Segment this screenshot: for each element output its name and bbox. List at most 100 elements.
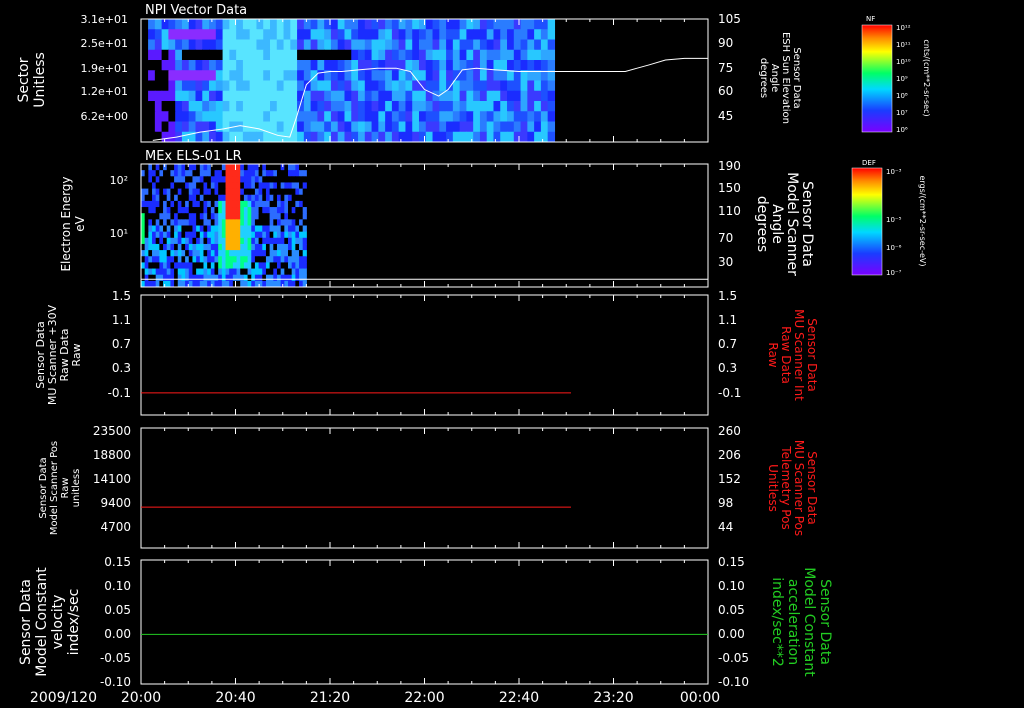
heatmap-cell — [202, 90, 210, 102]
heatmap-cell — [351, 101, 359, 112]
heatmap-cell — [229, 80, 237, 92]
heatmap-cell — [221, 182, 227, 190]
heatmap-cell — [152, 200, 157, 208]
heatmap-cell — [303, 121, 312, 133]
heatmap-cell — [159, 207, 164, 214]
heatmap-cell — [452, 49, 461, 61]
heatmap-cell — [265, 231, 271, 239]
heatmap-cell — [500, 70, 508, 82]
heatmap-cell — [214, 225, 219, 233]
heatmap-cell — [288, 207, 293, 214]
heatmap-cell — [295, 176, 300, 183]
colorbar-label: NF — [866, 15, 875, 23]
heatmap-cell — [297, 39, 305, 51]
heatmap-cell — [269, 176, 274, 183]
heatmap-cell — [236, 19, 244, 30]
heatmap-cell — [236, 121, 244, 133]
heatmap-cell — [195, 121, 203, 133]
heatmap-cell — [256, 121, 264, 133]
heatmap-cell — [218, 256, 223, 263]
heatmap-cell — [439, 49, 447, 61]
heatmap-cell — [310, 60, 318, 71]
heatmap-cell — [221, 219, 227, 226]
heatmap-cell — [262, 243, 267, 251]
heatmap-cell — [273, 262, 278, 270]
heatmap-cell — [225, 225, 230, 233]
heatmap-cell — [337, 49, 346, 61]
heatmap-cell — [299, 231, 304, 239]
heatmap-cell — [215, 60, 224, 71]
heatmap-cell — [214, 268, 219, 276]
heatmap-cell — [218, 188, 223, 196]
heatmap-cell — [240, 256, 245, 263]
heatmap-cell — [152, 250, 157, 257]
heatmap-cell — [199, 268, 204, 276]
y-label-left-model-constant: Sensor Data Model Constant velocity inde… — [18, 567, 82, 677]
heatmap-cell — [166, 231, 171, 239]
heatmap-cell — [284, 176, 289, 183]
heatmap-cell — [166, 182, 171, 190]
heatmap-cell — [547, 80, 556, 92]
heatmap-cell — [152, 274, 157, 282]
heatmap-cell — [351, 131, 359, 142]
heatmap-cell — [330, 111, 339, 123]
heatmap-cell — [493, 111, 501, 123]
heatmap-cell — [302, 176, 307, 183]
heatmap-cell — [159, 188, 164, 196]
heatmap-cell — [391, 90, 400, 102]
heatmap-cell — [181, 268, 186, 276]
heatmap-cell — [229, 250, 234, 257]
heatmap-cell — [283, 19, 291, 30]
heatmap-cell — [152, 182, 157, 190]
heatmap-cell — [486, 29, 495, 41]
heatmap-cell — [280, 213, 285, 220]
heatmap-cell — [229, 188, 234, 196]
heatmap-cell — [251, 237, 256, 245]
heatmap-cell — [218, 194, 223, 202]
heatmap-cell — [222, 121, 230, 133]
heatmap-cell — [493, 39, 501, 51]
heatmap-cell — [232, 225, 238, 233]
heatmap-cell — [391, 19, 400, 30]
heatmap-cell — [527, 111, 535, 123]
heatmap-cell — [185, 262, 190, 270]
heatmap-cell — [163, 182, 168, 190]
heatmap-cell — [337, 29, 346, 41]
heatmap-cell — [215, 19, 224, 30]
heatmap-cell — [276, 219, 282, 226]
heatmap-cell — [330, 80, 339, 92]
heatmap-cell — [192, 231, 197, 239]
colorbar-tick: 10¹⁰ — [896, 58, 911, 66]
heatmap-cell — [148, 213, 153, 220]
heatmap-cell — [243, 170, 249, 177]
time-axis: 2009/120 20:00 20:40 21:20 22:00 22:40 2… — [30, 690, 720, 706]
heatmap-cell — [269, 111, 278, 123]
heatmap-cell — [247, 176, 252, 183]
heatmap-cell — [547, 131, 556, 142]
heatmap-cell — [199, 219, 204, 226]
heatmap-cell — [391, 121, 400, 133]
heatmap-cell — [540, 29, 549, 41]
heatmap-cell — [269, 49, 278, 61]
heatmap-cell — [229, 182, 234, 190]
heatmap-cell — [540, 60, 549, 71]
heatmap-cell — [276, 256, 282, 263]
heatmap-cell — [398, 80, 407, 92]
heatmap-cell — [144, 176, 149, 183]
heatmap-cell — [236, 225, 241, 233]
heatmap-cell — [196, 188, 201, 196]
heatmap-cell — [371, 70, 379, 82]
heatmap-cell — [295, 170, 300, 177]
heatmap-cell — [222, 101, 230, 112]
heatmap-cell — [425, 121, 434, 133]
y-tick-right: 190 — [718, 159, 741, 173]
heatmap-cell — [159, 243, 164, 251]
heatmap-cell — [265, 188, 271, 196]
heatmap-cell — [276, 262, 282, 270]
heatmap-cell — [303, 111, 312, 123]
heatmap-cell — [337, 39, 346, 51]
heatmap-cell — [232, 194, 238, 202]
heatmap-cell — [520, 90, 528, 102]
heatmap-cell — [232, 176, 238, 183]
heatmap-cell — [337, 111, 346, 123]
